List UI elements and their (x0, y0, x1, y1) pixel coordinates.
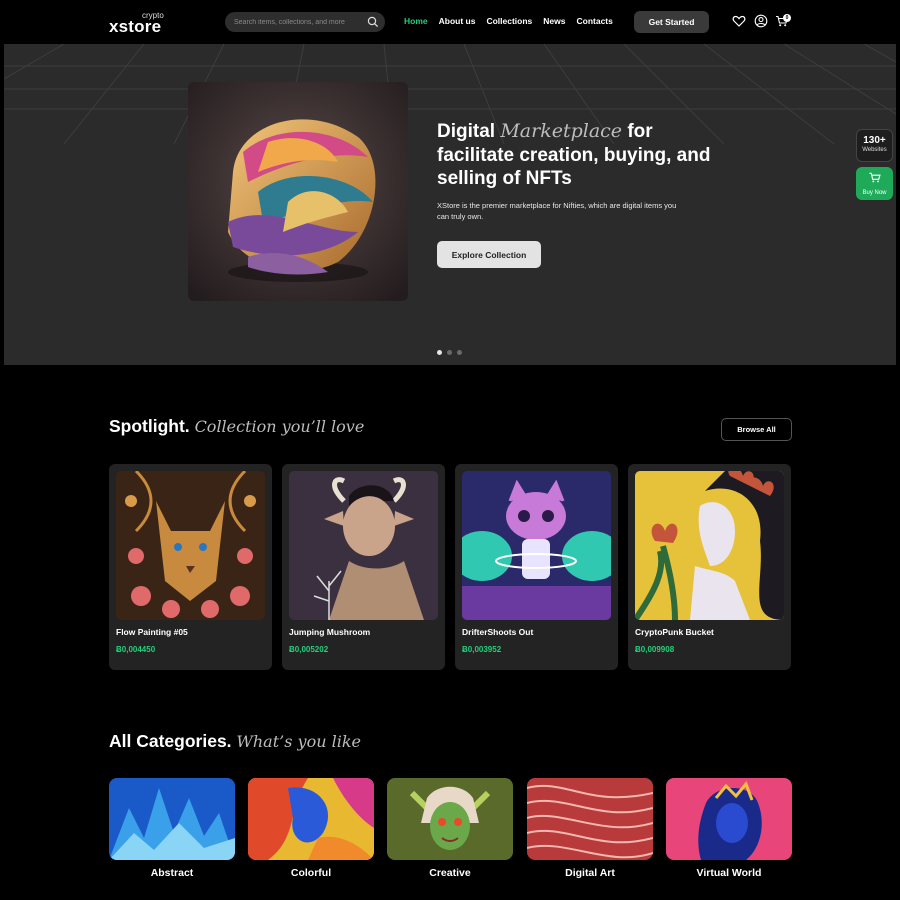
hero-title-start: Digital (437, 121, 501, 142)
nft-card[interactable]: Jumping Mushroom Ƀ0,005202 (282, 464, 445, 670)
get-started-button[interactable]: Get Started (634, 11, 709, 33)
category-label: Virtual World (696, 867, 762, 879)
nft-image-woman-flowers[interactable] (635, 471, 784, 620)
spotlight-heading: Spotlight. Collection you’ll love (109, 416, 364, 437)
carousel-dot-1[interactable] (437, 350, 442, 355)
nav-item-home[interactable]: Home (404, 16, 428, 26)
category-colorful[interactable]: Colorful (248, 778, 374, 882)
ribbon-sculpture-image (188, 82, 408, 301)
nav-item-contacts[interactable]: Contacts (576, 16, 612, 26)
nft-name: Flow Painting #05 (116, 627, 188, 637)
buy-now-widget[interactable]: Buy Now (856, 167, 893, 200)
buy-now-label: Buy Now (862, 190, 887, 196)
spotlight-title: Spotlight. (109, 416, 190, 436)
nft-card[interactable]: Flow Painting #05 Ƀ0,004450 (109, 464, 272, 670)
heart-icon[interactable] (732, 14, 746, 28)
nft-image-robot-cat[interactable] (462, 471, 611, 620)
hero-title: Digital Marketplace for facilitate creat… (437, 120, 717, 191)
hero-description: XStore is the premier marketplace for Ni… (437, 201, 677, 221)
explore-collection-button[interactable]: Explore Collection (437, 241, 541, 268)
brand-logo[interactable]: crypto xstore (109, 10, 169, 36)
logo-wordmark: xstore (109, 17, 162, 36)
category-label: Digital Art (565, 867, 615, 879)
nav-item-news[interactable]: News (543, 16, 565, 26)
nft-price: Ƀ0,004450 (116, 645, 156, 654)
cart-count-badge: 0 (783, 14, 791, 22)
nft-price: Ƀ0,005202 (289, 645, 329, 654)
browse-all-button[interactable]: Browse All (721, 418, 792, 441)
category-label: Abstract (150, 867, 194, 879)
search-bar[interactable] (225, 12, 385, 32)
user-icon[interactable] (754, 14, 768, 28)
nav-item-about[interactable]: About us (439, 16, 476, 26)
category-creative[interactable]: Creative (387, 778, 513, 882)
category-image-virtual-world[interactable] (666, 778, 792, 860)
category-image-creative[interactable] (387, 778, 513, 860)
carousel-dot-3[interactable] (457, 350, 462, 355)
categories-subtitle: What’s you like (236, 732, 361, 751)
nft-price: Ƀ0,009908 (635, 645, 675, 654)
websites-label: Websites (862, 147, 887, 153)
categories-heading: All Categories. What’s you like (109, 731, 361, 752)
top-navbar: crypto xstore Home About us Collections … (0, 0, 900, 44)
category-image-abstract[interactable] (109, 778, 235, 860)
search-icon[interactable] (367, 16, 379, 28)
hero-title-highlight: Marketplace (500, 120, 623, 142)
nft-image-leopard[interactable] (116, 471, 265, 620)
carousel-dot-2[interactable] (447, 350, 452, 355)
category-image-colorful[interactable] (248, 778, 374, 860)
nft-card[interactable]: CryptoPunk Bucket Ƀ0,009908 (628, 464, 791, 670)
category-digital-art[interactable]: Digital Art (527, 778, 653, 882)
category-image-digital-art[interactable] (527, 778, 653, 860)
nft-name: CryptoPunk Bucket (635, 627, 714, 637)
nft-card[interactable]: DrifterShoots Out Ƀ0,003952 (455, 464, 618, 670)
category-label: Colorful (290, 867, 332, 879)
cart-icon (868, 172, 881, 183)
websites-count: 130+ (863, 135, 886, 146)
nft-name: DrifterShoots Out (462, 627, 534, 637)
category-virtual-world[interactable]: Virtual World (666, 778, 792, 882)
search-input[interactable] (234, 15, 364, 29)
category-label: Creative (429, 867, 471, 879)
main-menu: Home About us Collections News Contacts (404, 16, 613, 26)
nav-item-collections[interactable]: Collections (486, 16, 532, 26)
hero-banner: Digital Marketplace for facilitate creat… (4, 44, 896, 365)
spotlight-subtitle: Collection you’ll love (194, 417, 365, 436)
nft-image-horned-figure[interactable] (289, 471, 438, 620)
nft-name: Jumping Mushroom (289, 627, 371, 637)
hero-artwork[interactable] (188, 82, 408, 301)
carousel-dots (437, 350, 462, 355)
websites-counter-widget[interactable]: 130+ Websites (856, 129, 893, 162)
nft-price: Ƀ0,003952 (462, 645, 502, 654)
categories-title: All Categories. (109, 731, 232, 751)
category-abstract[interactable]: Abstract (109, 778, 235, 882)
